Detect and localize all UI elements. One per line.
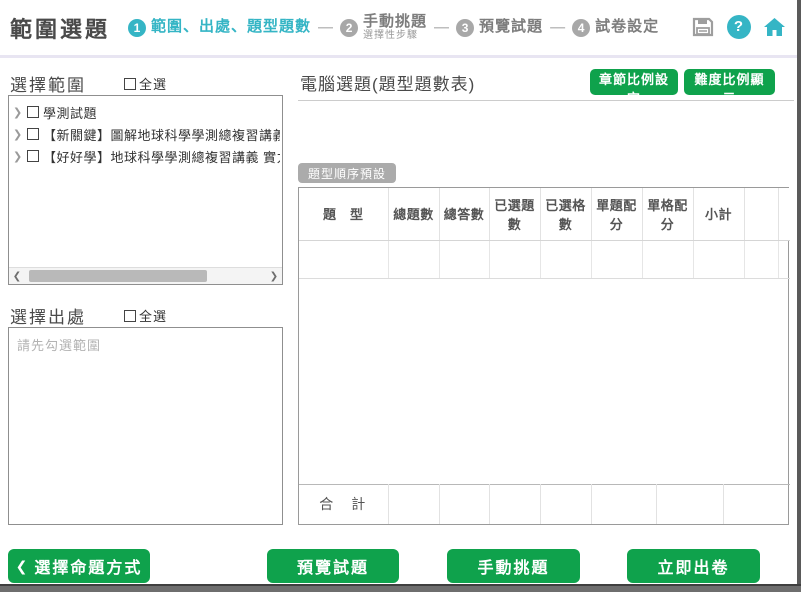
range-select-all-label: 全選: [139, 74, 167, 93]
step-4[interactable]: 4 試卷設定: [572, 19, 659, 37]
cell-total-answers[interactable]: [439, 240, 489, 278]
page-title: 範圍選題: [10, 12, 110, 44]
col-selected-cells: 已選格數: [540, 188, 591, 240]
col-total-questions: 總題數: [388, 188, 439, 240]
expander-icon[interactable]: ❯: [13, 150, 25, 163]
col-points-per-question: 單題配分: [591, 188, 642, 240]
cell-empty-1: [744, 240, 778, 278]
range-tree-panel: ❯ 學測試題 ❯ 【新關鍵】圖解地球科學學測總複習講義 ❯ 【好好學】地球科學學…: [8, 95, 283, 285]
expander-icon[interactable]: ❯: [13, 106, 25, 119]
range-section-title: 選擇範圍: [10, 71, 86, 96]
step-4-label: 試卷設定: [595, 19, 659, 36]
source-section-title: 選擇出處: [10, 303, 86, 328]
main-panel-divider: [298, 100, 794, 101]
col-selected-questions: 已選題數: [489, 188, 540, 240]
scrollbar-track[interactable]: [25, 268, 266, 284]
cell-subtotal[interactable]: [693, 240, 744, 278]
totals-cell: [439, 484, 489, 524]
step-divider: —: [318, 19, 333, 36]
step-4-number: 4: [572, 19, 590, 37]
step-3-label: 預覽試題: [479, 19, 543, 36]
scroll-left-icon[interactable]: ❮: [9, 268, 25, 284]
cell-selected-cells[interactable]: [540, 240, 591, 278]
preview-questions-button[interactable]: 預覽試題: [267, 549, 399, 583]
table-header-row: 題 型 總題數 總答數 已選題數 已選格數 單題配分 單格配分 小計: [299, 188, 790, 240]
totals-row: 合 計: [299, 484, 790, 524]
manual-pick-button[interactable]: 手動挑題: [447, 549, 580, 583]
range-select-all-checkbox[interactable]: [124, 78, 136, 90]
table-empty-area: [299, 279, 788, 484]
source-select-all-label: 全選: [139, 306, 167, 325]
totals-cell: [591, 484, 656, 524]
scrollbar-thumb[interactable]: [29, 270, 207, 282]
scroll-right-icon[interactable]: ❯: [266, 268, 282, 284]
totals-cell: [656, 484, 723, 524]
step-3[interactable]: 3 預覽試題: [456, 19, 543, 37]
step-1-label: 範圍、出處、題型題數: [151, 19, 311, 36]
totals-cell: [388, 484, 439, 524]
step-1-number: 1: [128, 19, 146, 37]
main-panel-title: 電腦選題(題型題數表): [300, 70, 475, 95]
step-2-sublabel: 選擇性步驟: [363, 30, 427, 41]
step-2[interactable]: 2 手動挑題 選擇性步驟: [340, 14, 427, 42]
horizontal-scrollbar[interactable]: ❮ ❯: [9, 267, 282, 284]
tree-item-checkbox[interactable]: [27, 150, 39, 162]
cell-selected-questions[interactable]: [489, 240, 540, 278]
tree-item[interactable]: ❯ 【好好學】地球科學學測總複習講義 實力: [13, 145, 280, 167]
window-right-edge: [797, 0, 801, 592]
step-2-number: 2: [340, 19, 358, 37]
question-type-table: 題 型 總題數 總答數 已選題數 已選格數 單題配分 單格配分 小計: [298, 187, 789, 525]
source-placeholder: 請先勾選範圍: [9, 328, 282, 361]
header: 範圍選題 1 範圍、出處、題型題數 — 2 手動挑題 選擇性步驟 — 3 預覽試…: [0, 0, 801, 55]
cell-question-type[interactable]: [299, 240, 388, 278]
chapter-ratio-button[interactable]: 章節比例設定: [590, 69, 678, 95]
expander-icon[interactable]: ❯: [13, 128, 25, 141]
totals-cell: [540, 484, 591, 524]
source-select-all-checkbox[interactable]: [124, 310, 136, 322]
header-divider: [0, 55, 801, 58]
step-indicator: 1 範圍、出處、題型題數 — 2 手動挑題 選擇性步驟 — 3 預覽試題 — 4: [128, 14, 659, 42]
cell-points-per-cell[interactable]: [642, 240, 693, 278]
help-icon[interactable]: ?: [726, 14, 751, 39]
totals-cell: [489, 484, 540, 524]
totals-cell: [723, 484, 790, 524]
question-order-tag[interactable]: 題型順序預設: [298, 163, 396, 183]
cell-total-questions[interactable]: [388, 240, 439, 278]
source-list-panel: 請先勾選範圍: [8, 327, 283, 525]
col-empty-1: [744, 188, 778, 240]
step-divider: —: [550, 19, 565, 36]
save-icon[interactable]: [690, 14, 715, 39]
difficulty-ratio-button[interactable]: 難度比例顯示: [684, 69, 775, 95]
back-to-method-button[interactable]: ❮ 選擇命題方式: [8, 549, 150, 583]
col-subtotal: 小計: [693, 188, 744, 240]
col-empty-2: [778, 188, 790, 240]
col-total-answers: 總答數: [439, 188, 489, 240]
range-select-all[interactable]: 全選: [124, 74, 167, 93]
generate-paper-button[interactable]: 立即出卷: [627, 549, 760, 583]
tree-item-checkbox[interactable]: [27, 106, 39, 118]
step-2-label: 手動挑題: [363, 14, 427, 31]
source-select-all[interactable]: 全選: [124, 306, 167, 325]
step-3-number: 3: [456, 19, 474, 37]
totals-label: 合 計: [299, 484, 388, 524]
cell-points-per-question[interactable]: [591, 240, 642, 278]
home-icon[interactable]: [762, 14, 787, 39]
window-bottom-edge: [0, 584, 801, 592]
col-points-per-cell: 單格配分: [642, 188, 693, 240]
table-row: [299, 240, 790, 278]
bottom-action-bar: ❮ 選擇命題方式 預覽試題 手動挑題 立即出卷: [0, 540, 797, 584]
step-1[interactable]: 1 範圍、出處、題型題數: [128, 19, 311, 37]
tree-item[interactable]: ❯ 學測試題: [13, 101, 280, 123]
chevron-left-icon: ❮: [16, 558, 30, 575]
col-question-type: 題 型: [299, 188, 388, 240]
tree-item-checkbox[interactable]: [27, 128, 39, 140]
tree-item[interactable]: ❯ 【新關鍵】圖解地球科學學測總複習講義: [13, 123, 280, 145]
step-divider: —: [434, 19, 449, 36]
cell-empty-2: [778, 240, 790, 278]
